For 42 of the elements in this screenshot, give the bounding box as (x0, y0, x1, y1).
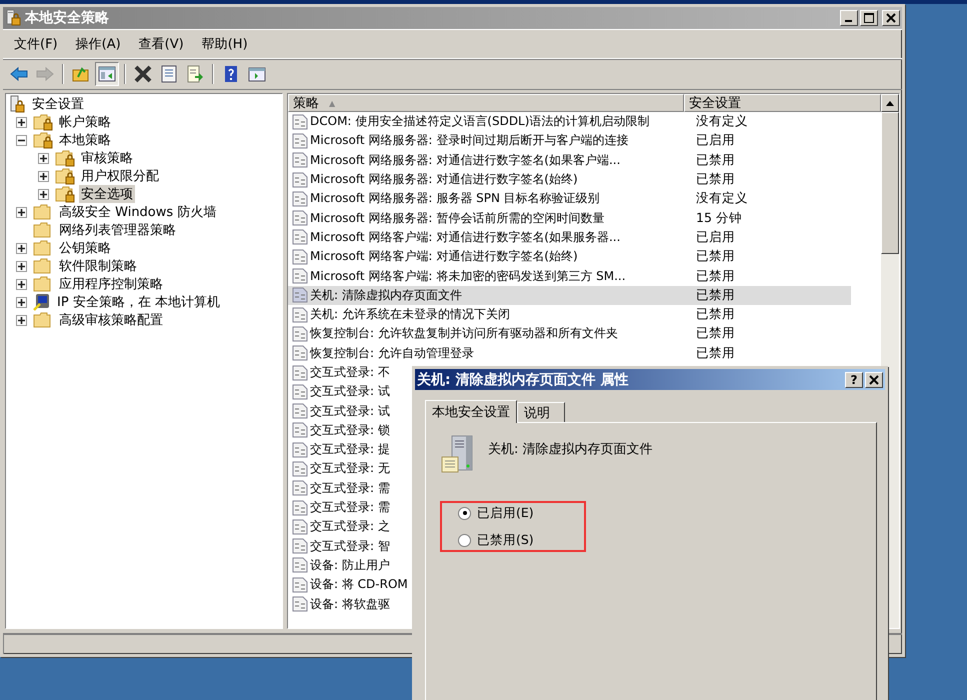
policy-name: 交互式登录: 需 (310, 480, 390, 497)
policy-name: 设备: 将软盘驱 (310, 596, 390, 613)
setting-value: 已禁用 (695, 171, 735, 188)
setting-value: 15 分钟 (695, 210, 742, 227)
window-title: 本地安全策略 (25, 9, 109, 27)
policy-name: 关机: 清除虚拟内存页面文件 (310, 286, 463, 304)
policy-name: 交互式登录: 试 (310, 402, 390, 420)
setting-value: 没有定义 (695, 113, 748, 130)
setting-value: 已禁用 (695, 286, 735, 304)
policy-name: 恢复控制台: 允许软盘复制并访问所有驱动器和所有文件夹 (310, 325, 619, 342)
setting-value: 已禁用 (695, 344, 735, 362)
policy-name: 交互式登录: 不 (310, 364, 390, 381)
policy-name: 设备: 防止用户 (310, 556, 390, 574)
setting-value: 已禁用 (695, 306, 735, 324)
policy-name: 交互式登录: 锁 (310, 422, 390, 439)
policy-name: 交互式登录: 提 (310, 441, 390, 458)
policy-name: 交互式登录: 智 (310, 538, 390, 555)
policy-name: DCOM: 使用安全描述符定义语言(SDDL)语法的计算机启动限制 (310, 113, 650, 130)
policy-name: 交互式登录: 试 (310, 383, 390, 400)
policy-name: 设备: 将 CD-ROM (310, 576, 408, 594)
policy-name: 关机: 允许系统在未登录的情况下关闭 (310, 306, 511, 324)
policy-name: 交互式登录: 无 (310, 460, 390, 478)
setting-value: 已启用 (695, 228, 735, 246)
setting-value: 没有定义 (695, 190, 748, 208)
dialog-title: 关机: 清除虚拟内存页面文件 属性 (417, 370, 628, 388)
policy-name: Microsoft 网络客户端: 对通信进行数字签名(始终) (310, 248, 579, 266)
policy-name: Microsoft 网络服务器: 对通信进行数字签名(如果客户端... (310, 152, 622, 169)
setting-value: 已禁用 (695, 248, 735, 266)
policy-name: Microsoft 网络客户端: 对通信进行数字签名(如果服务器... (310, 228, 622, 246)
policy-name: Microsoft 网络服务器: 对通信进行数字签名(始终) (310, 171, 579, 188)
policy-name: Microsoft 网络服务器: 服务器 SPN 目标名称验证级别 (310, 190, 601, 208)
policy-name: Microsoft 网络客户端: 将未加密的密码发送到第三方 SM... (310, 268, 627, 285)
policy-title: 关机: 清除虚拟内存页面文件 (488, 441, 653, 458)
setting-value: 已禁用 (695, 268, 735, 285)
setting-value: 已启用 (695, 132, 735, 150)
policy-name: 交互式登录: 之 (310, 518, 390, 536)
policy-name: Microsoft 网络服务器: 登录时间过期后断开与客户端的连接 (310, 132, 630, 150)
policy-name: 交互式登录: 需 (310, 499, 390, 516)
policy-name: Microsoft 网络服务器: 暂停会话前所需的空闲时间数量 (310, 210, 606, 227)
policy-name: 恢复控制台: 允许自动管理登录 (310, 344, 475, 362)
setting-value: 已禁用 (695, 325, 735, 342)
setting-value: 已禁用 (695, 152, 735, 169)
